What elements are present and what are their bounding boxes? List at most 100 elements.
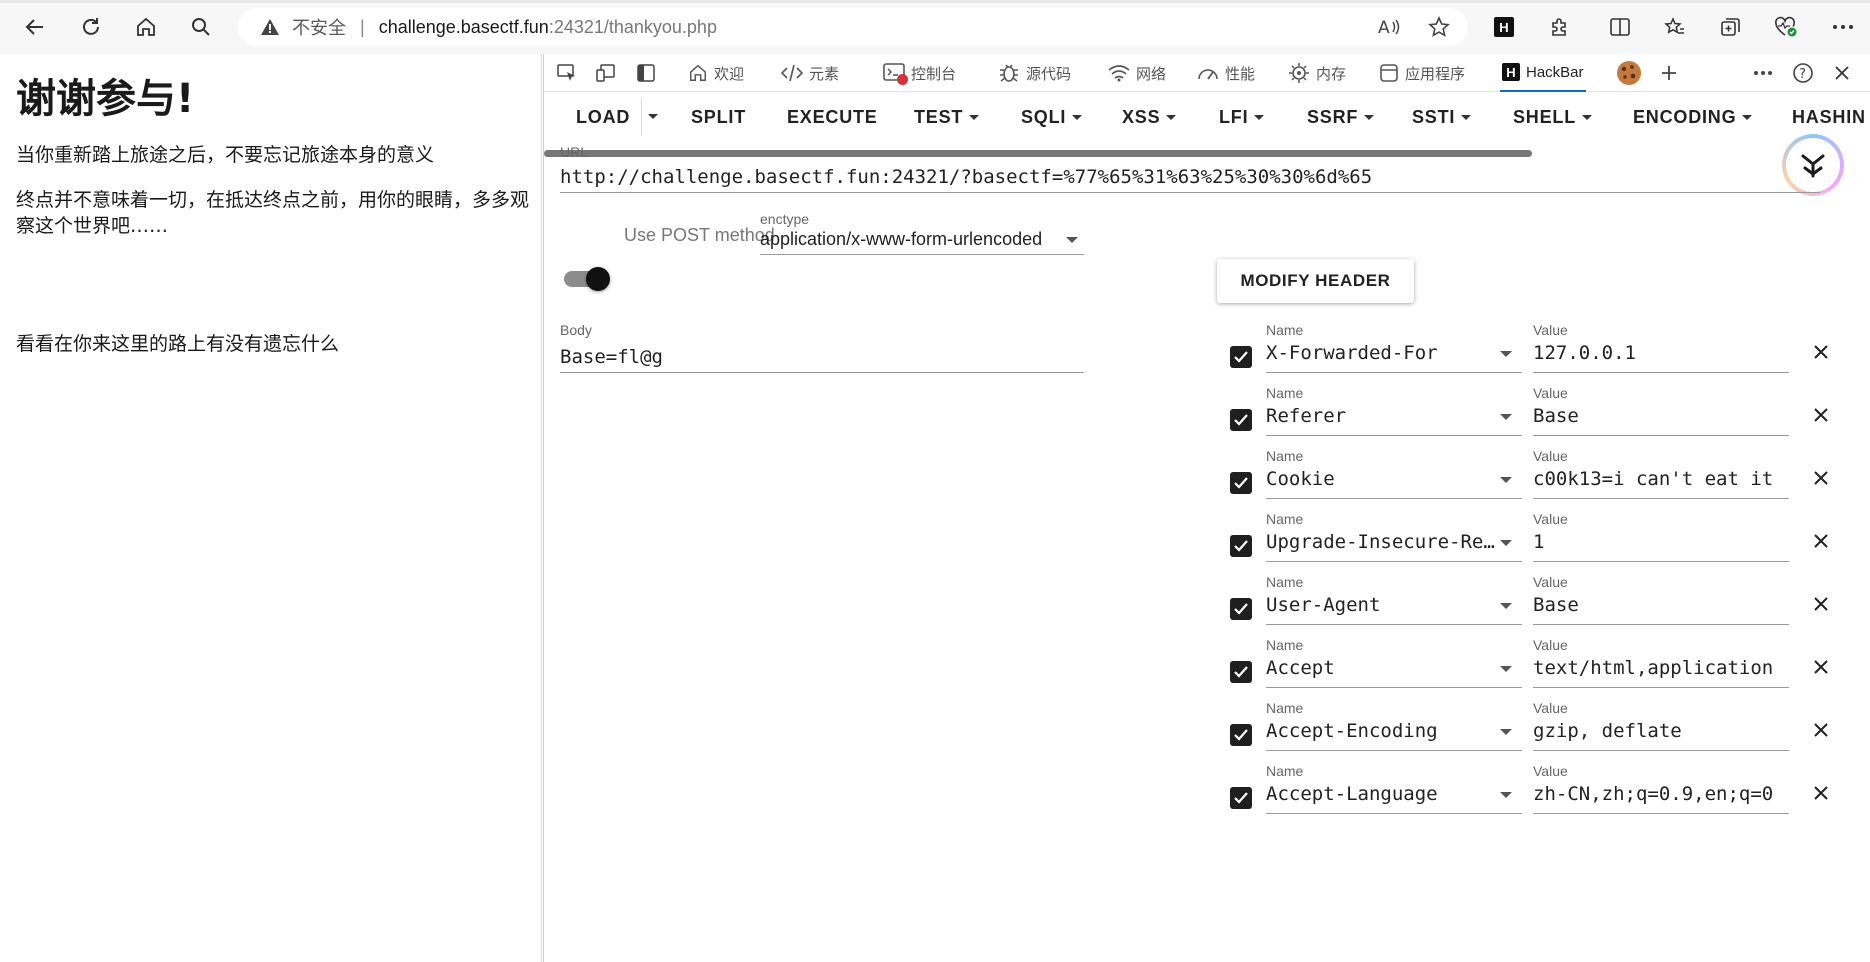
favorite-star-icon[interactable] xyxy=(1424,12,1454,42)
remove-header-button[interactable] xyxy=(1807,527,1835,555)
enctype-select[interactable]: application/x-www-form-urlencoded xyxy=(760,229,1080,250)
tab-application[interactable]: 应用程序 xyxy=(1379,54,1465,92)
cookie-editor-icon[interactable] xyxy=(1613,57,1645,89)
tab-network[interactable]: 网络 xyxy=(1108,54,1166,92)
close-devtools-icon[interactable] xyxy=(1828,59,1856,87)
read-aloud-icon[interactable]: A xyxy=(1374,12,1404,42)
home-button[interactable] xyxy=(129,10,163,44)
header-name-input[interactable]: Upgrade-Insecure-Requests xyxy=(1266,531,1496,553)
browser-essentials-icon[interactable] xyxy=(1770,11,1802,43)
header-enabled-checkbox[interactable] xyxy=(1230,598,1252,620)
header-name-dropdown-icon[interactable] xyxy=(1500,351,1512,357)
help-icon[interactable]: ? xyxy=(1789,59,1817,87)
close-icon xyxy=(1814,345,1828,359)
header-name-underline xyxy=(1266,498,1522,499)
remove-header-button[interactable] xyxy=(1807,590,1835,618)
url-input[interactable]: http://challenge.basectf.fun:24321/?base… xyxy=(560,166,1820,188)
xss-menu[interactable]: XSS xyxy=(1122,107,1177,128)
header-enabled-checkbox[interactable] xyxy=(1230,724,1252,746)
header-name-input[interactable]: Cookie xyxy=(1266,468,1496,490)
tab-sources-label: 源代码 xyxy=(1026,65,1072,83)
header-value-input[interactable]: zh-CN,zh;q=0.9,en;q=0 xyxy=(1533,783,1789,805)
back-button[interactable] xyxy=(18,10,52,44)
hashing-menu[interactable]: HASHIN xyxy=(1792,107,1870,128)
warning-icon[interactable] xyxy=(260,16,282,38)
tab-sources[interactable]: 源代码 xyxy=(998,54,1071,92)
address-bar[interactable]: 不安全 | challenge.basectf.fun:24321/thanky… xyxy=(238,8,1468,46)
lfi-menu[interactable]: LFI xyxy=(1219,107,1265,128)
header-name-dropdown-icon[interactable] xyxy=(1500,729,1512,735)
split-button[interactable]: SPLIT xyxy=(691,107,746,128)
header-name-input[interactable]: Accept-Encoding xyxy=(1266,720,1496,742)
header-enabled-checkbox[interactable] xyxy=(1230,472,1252,494)
checkmark-icon xyxy=(1234,477,1248,489)
header-name-dropdown-icon[interactable] xyxy=(1500,666,1512,672)
split-screen-icon[interactable] xyxy=(1604,11,1636,43)
devtools-more-icon[interactable] xyxy=(1749,59,1777,87)
collections-icon[interactable] xyxy=(1715,11,1747,43)
inspect-element-icon[interactable] xyxy=(553,59,581,87)
header-name-input[interactable]: X-Forwarded-For xyxy=(1266,342,1496,364)
header-value-input[interactable]: text/html,application xyxy=(1533,657,1789,679)
tab-elements[interactable]: 元素 xyxy=(781,54,839,92)
extensions-puzzle-icon[interactable] xyxy=(1544,11,1576,43)
header-name-input[interactable]: Referer xyxy=(1266,405,1496,427)
tab-hackbar[interactable]: H HackBar xyxy=(1500,54,1586,92)
header-value-input[interactable]: 1 xyxy=(1533,531,1789,553)
header-name-input[interactable]: Accept-Language xyxy=(1266,783,1496,805)
tab-performance[interactable]: 性能 xyxy=(1197,54,1255,92)
header-name-dropdown-icon[interactable] xyxy=(1500,477,1512,483)
hackbar-menu: LOAD SPLIT EXECUTE TEST SQLI XSS LFI SSR… xyxy=(544,92,1870,142)
header-name-dropdown-icon[interactable] xyxy=(1500,540,1512,546)
more-menu-icon[interactable] xyxy=(1827,11,1859,43)
modify-header-button[interactable]: MODIFY HEADER xyxy=(1217,259,1414,303)
header-value-input[interactable]: Base xyxy=(1533,594,1789,616)
header-row: Name Value Accept text/html,application xyxy=(544,637,1870,700)
post-method-toggle[interactable] xyxy=(564,267,610,291)
header-name-dropdown-icon[interactable] xyxy=(1500,414,1512,420)
header-name-underline xyxy=(1266,624,1522,625)
add-tab-icon[interactable] xyxy=(1655,59,1683,87)
search-button[interactable] xyxy=(184,10,218,44)
remove-header-button[interactable] xyxy=(1807,779,1835,807)
shell-menu[interactable]: SHELL xyxy=(1513,107,1593,128)
sqli-menu[interactable]: SQLI xyxy=(1021,107,1083,128)
hackbar-extension-icon[interactable]: H xyxy=(1488,11,1520,43)
remove-header-button[interactable] xyxy=(1807,401,1835,429)
remove-header-button[interactable] xyxy=(1807,338,1835,366)
header-value-input[interactable]: Base xyxy=(1533,405,1789,427)
header-name-input[interactable]: User-Agent xyxy=(1266,594,1496,616)
header-enabled-checkbox[interactable] xyxy=(1230,409,1252,431)
dock-sidebar-icon[interactable] xyxy=(632,59,660,87)
remove-header-button[interactable] xyxy=(1807,464,1835,492)
header-row: Name Value Referer Base xyxy=(544,385,1870,448)
header-enabled-checkbox[interactable] xyxy=(1230,346,1252,368)
ssti-menu[interactable]: SSTI xyxy=(1412,107,1472,128)
header-name-input[interactable]: Accept xyxy=(1266,657,1496,679)
header-enabled-checkbox[interactable] xyxy=(1230,787,1252,809)
load-button[interactable]: LOAD xyxy=(576,107,630,128)
reload-button[interactable] xyxy=(74,10,108,44)
remove-header-button[interactable] xyxy=(1807,716,1835,744)
horizontal-scrollbar[interactable] xyxy=(544,150,1532,157)
favorites-icon[interactable] xyxy=(1659,11,1691,43)
execute-button[interactable]: EXECUTE xyxy=(787,107,878,128)
header-name-dropdown-icon[interactable] xyxy=(1500,603,1512,609)
header-value-input[interactable]: gzip, deflate xyxy=(1533,720,1789,742)
header-name-dropdown-icon[interactable] xyxy=(1500,792,1512,798)
encoding-menu[interactable]: ENCODING xyxy=(1633,107,1753,128)
remove-header-button[interactable] xyxy=(1807,653,1835,681)
tab-console[interactable]: 控制台 xyxy=(883,54,956,92)
header-enabled-checkbox[interactable] xyxy=(1230,661,1252,683)
insecure-label[interactable]: 不安全 xyxy=(292,14,346,40)
header-value-input[interactable]: 127.0.0.1 xyxy=(1533,342,1789,364)
tab-welcome[interactable]: 欢迎 xyxy=(688,54,744,92)
header-value-input[interactable]: c00k13=i can't eat it xyxy=(1533,468,1789,490)
device-emulation-icon[interactable] xyxy=(592,59,620,87)
load-dropdown-button[interactable] xyxy=(648,114,658,119)
enctype-dropdown-icon[interactable] xyxy=(1066,237,1078,243)
ssrf-menu[interactable]: SSRF xyxy=(1307,107,1375,128)
test-menu[interactable]: TEST xyxy=(914,107,980,128)
tab-memory[interactable]: 内存 xyxy=(1288,54,1346,92)
header-enabled-checkbox[interactable] xyxy=(1230,535,1252,557)
